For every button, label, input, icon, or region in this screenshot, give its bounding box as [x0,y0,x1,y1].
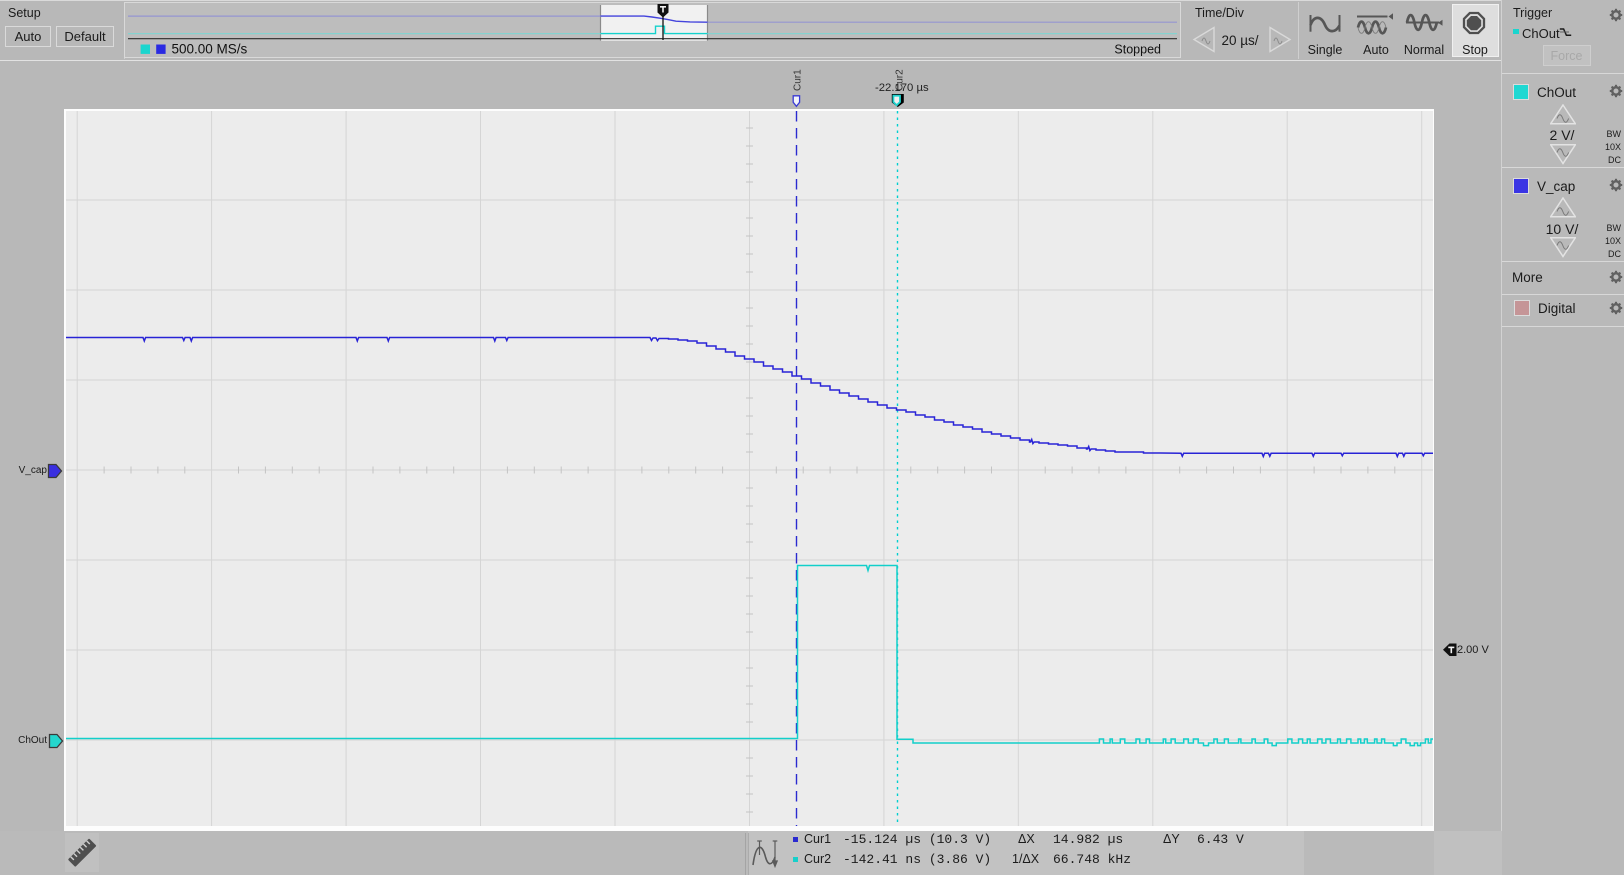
svg-text:500.00 MS/s: 500.00 MS/s [172,42,248,57]
svg-text:-22.170 µs: -22.170 µs [875,82,929,94]
svg-text:Cur1: Cur1 [793,69,804,91]
svg-text:Stopped: Stopped [1114,43,1161,57]
